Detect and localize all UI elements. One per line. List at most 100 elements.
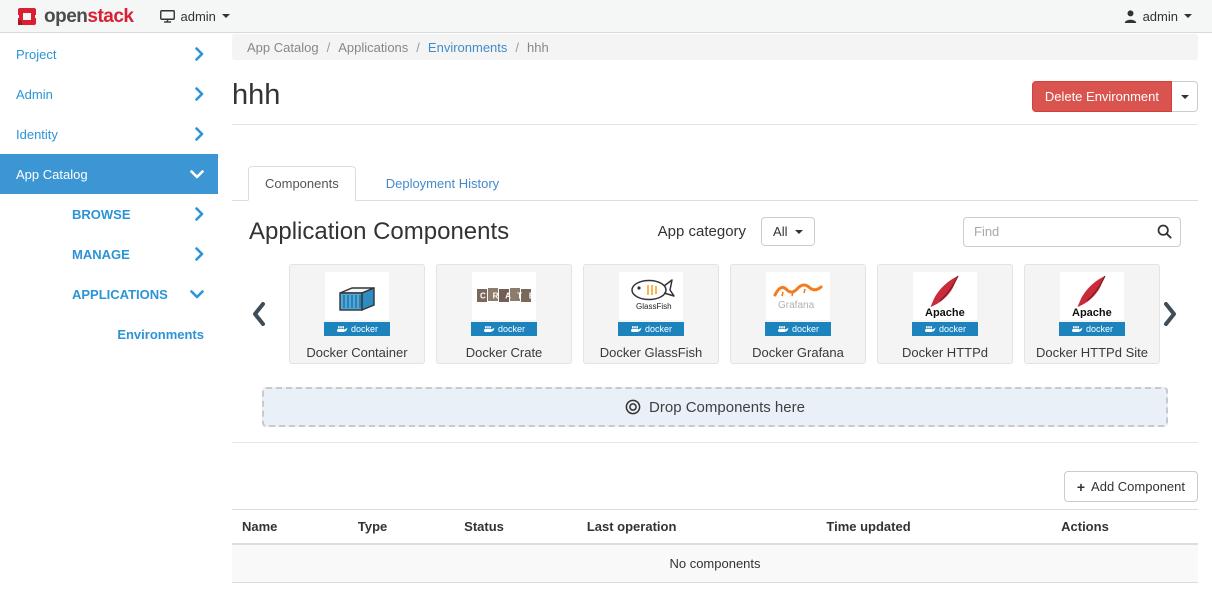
column-header-time-updated: Time updated: [816, 510, 1051, 545]
app-card-label: Docker Container: [306, 345, 407, 360]
docker-ribbon-label: docker: [351, 324, 378, 334]
svg-text:Grafana: Grafana: [778, 300, 815, 311]
tab-components[interactable]: Components: [248, 166, 356, 201]
docker-whale-icon: [924, 325, 936, 334]
add-component-button[interactable]: + Add Component: [1064, 471, 1198, 502]
app-card-docker-grafana[interactable]: Grafana docker Docker Grafana: [730, 264, 866, 364]
sidebar-item-label: Admin: [16, 87, 53, 102]
app-card-docker-crate[interactable]: CRATE docker Docker Crate: [436, 264, 572, 364]
components-section-header: Application Components App category All: [249, 216, 1181, 247]
breadcrumb-applications: Applications: [338, 40, 408, 55]
caret-down-icon: [1184, 14, 1192, 18]
chevron-down-icon: [190, 169, 204, 179]
domain-switcher-label: admin: [181, 9, 216, 24]
app-card-list: docker Docker Container: [289, 264, 1160, 364]
sidebar-item-environments[interactable]: Environments: [0, 314, 218, 354]
category-filter-group: App category All: [658, 217, 815, 246]
app-card-docker-httpd-site[interactable]: Apache docker Docker HTTPd Site: [1024, 264, 1160, 364]
add-component-label: Add Component: [1091, 479, 1185, 494]
chevron-right-icon: [194, 207, 204, 221]
search-icon[interactable]: [1157, 224, 1172, 244]
app-card-docker-glassfish[interactable]: GlassFish docker Docker GlassFish: [583, 264, 719, 364]
tab-strip: Components Deployment History: [232, 166, 1198, 201]
app-window: openstack admin admin Project: [0, 0, 1212, 592]
screen-icon: [160, 10, 175, 23]
chevron-left-icon: [252, 302, 266, 326]
caret-down-icon: [795, 230, 803, 234]
breadcrumb-environments-link[interactable]: Environments: [428, 40, 507, 55]
docker-ribbon-label: docker: [792, 324, 819, 334]
breadcrumb-current: hhh: [527, 40, 549, 55]
category-dropdown[interactable]: All: [761, 217, 814, 246]
domain-switcher-menu[interactable]: admin: [160, 9, 230, 24]
docker-ribbon: docker: [1059, 322, 1125, 336]
category-label: App category: [658, 223, 746, 240]
delete-environment-dropdown-toggle[interactable]: [1172, 81, 1198, 112]
svg-text:Apache: Apache: [925, 307, 965, 318]
docker-whale-icon: [777, 325, 789, 334]
app-card-label: Docker HTTPd: [902, 345, 988, 360]
openstack-logo: openstack: [16, 5, 134, 27]
breadcrumb-separator: /: [327, 40, 331, 55]
main-content: App Catalog / Applications / Environment…: [232, 33, 1198, 583]
section-title: Application Components: [249, 218, 509, 246]
user-icon: [1124, 10, 1137, 23]
docker-whale-icon: [1071, 325, 1083, 334]
page-header: hhh Delete Environment: [232, 80, 1198, 111]
sidebar-item-identity[interactable]: Identity: [0, 114, 218, 154]
app-card-label: Docker Grafana: [752, 345, 844, 360]
column-header-name: Name: [232, 510, 348, 545]
chevron-down-icon: [190, 289, 204, 299]
sidebar-item-manage[interactable]: MANAGE: [0, 234, 218, 274]
docker-ribbon-label: docker: [1086, 324, 1113, 334]
sidebar-item-browse[interactable]: BROWSE: [0, 194, 218, 234]
app-card-label: Docker Crate: [466, 345, 543, 360]
sidebar-item-project[interactable]: Project: [0, 34, 218, 74]
chevron-right-icon: [194, 247, 204, 261]
docker-ribbon: docker: [471, 322, 537, 336]
svg-text:GlassFish: GlassFish: [636, 302, 672, 311]
dropzone-text: Drop Components here: [649, 399, 805, 416]
tab-deployment-history[interactable]: Deployment History: [370, 167, 515, 200]
user-menu[interactable]: admin: [1124, 9, 1192, 24]
empty-message: No components: [232, 544, 1198, 583]
drop-components-zone[interactable]: Drop Components here: [262, 387, 1168, 427]
chevron-right-icon: [194, 127, 204, 141]
table-empty-row: No components: [232, 544, 1198, 583]
column-header-status: Status: [454, 510, 577, 545]
category-value: All: [773, 224, 787, 239]
sidebar-item-app-catalog[interactable]: App Catalog: [0, 154, 218, 194]
docker-ribbon: docker: [618, 322, 684, 336]
breadcrumb-separator: /: [416, 40, 420, 55]
app-card-docker-container[interactable]: docker Docker Container: [289, 264, 425, 364]
chevron-right-icon: [194, 47, 204, 61]
user-menu-label: admin: [1143, 9, 1178, 24]
app-card-label: Docker HTTPd Site: [1036, 345, 1148, 360]
sidebar-item-applications[interactable]: APPLICATIONS: [0, 274, 218, 314]
components-table: Name Type Status Last operation Time upd…: [232, 509, 1198, 583]
search-input[interactable]: [963, 217, 1181, 247]
carousel-next-button[interactable]: [1160, 302, 1179, 326]
sidebar-item-admin[interactable]: Admin: [0, 74, 218, 114]
sidebar-item-label: Project: [16, 47, 56, 62]
sidebar-item-label: App Catalog: [16, 167, 88, 182]
carousel-prev-button[interactable]: [249, 302, 268, 326]
svg-text:Apache: Apache: [1072, 307, 1112, 318]
docker-ribbon: docker: [324, 322, 390, 336]
docker-container-logo: [325, 272, 389, 320]
section-divider: [232, 442, 1198, 443]
docker-crate-logo: CRATE: [472, 272, 536, 320]
docker-whale-icon: [483, 325, 495, 334]
sidebar-item-label: APPLICATIONS: [72, 287, 168, 302]
column-header-last-operation: Last operation: [577, 510, 817, 545]
delete-environment-button[interactable]: Delete Environment: [1032, 81, 1172, 112]
docker-ribbon-label: docker: [498, 324, 525, 334]
sidebar-item-label: Environments: [117, 327, 204, 342]
docker-whale-icon: [336, 325, 348, 334]
docker-ribbon: docker: [912, 322, 978, 336]
table-actions-row: + Add Component: [232, 471, 1198, 502]
components-section: Application Components App category All: [232, 216, 1198, 427]
app-card-docker-httpd[interactable]: Apache docker Docker HTTPd: [877, 264, 1013, 364]
brand-text: openstack: [44, 7, 134, 26]
openstack-cube-icon: [16, 5, 38, 27]
